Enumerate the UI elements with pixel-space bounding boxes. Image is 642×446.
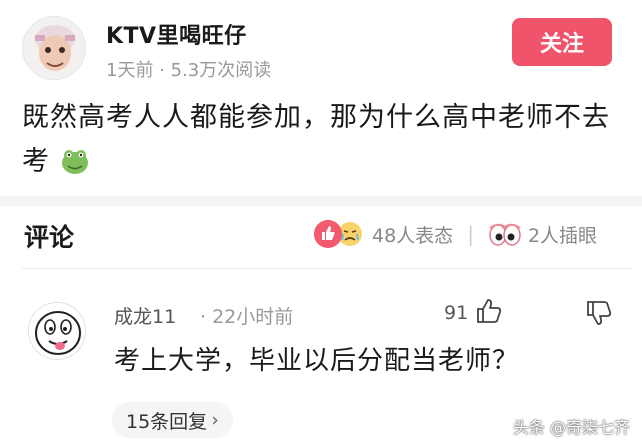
post-header: KTV里喝旺仔 1天前 · 5.3万次阅读 关注 (22, 14, 622, 84)
comment-text: 考上大学，毕业以后分配当老师？ (114, 346, 520, 376)
eyes-icon (488, 220, 522, 248)
chevron-right-icon: › (211, 409, 219, 431)
replies-label: 15条回复 (126, 410, 208, 433)
commenter-avatar[interactable] (28, 302, 86, 360)
avatar-face-icon (23, 17, 85, 79)
post-meta: 1天前 · 5.3万次阅读 (106, 60, 272, 81)
insert-eye-count: 2人插眼 (527, 224, 598, 247)
like-reaction-icon (314, 220, 342, 248)
comments-header: 评论 48人表态 | 2人插眼 (22, 212, 632, 258)
cartoon-face-icon (29, 303, 85, 359)
watermark: 头条 @奇柒七齐 (512, 418, 630, 437)
avatar[interactable] (22, 16, 86, 80)
reactions-count: 48人表态 (372, 224, 454, 247)
thumbs-up-icon[interactable] (474, 296, 504, 326)
like-count: 91 (444, 302, 469, 324)
reactions-summary[interactable]: 48人表态 | 2人插眼 (314, 216, 597, 252)
comment-time: · 22小时前 (200, 306, 294, 328)
post-text: 既然高考人人都能参加，那为什么高中老师不去考 (22, 96, 622, 184)
replies-button[interactable]: 15条回复 › (112, 402, 233, 438)
divider (22, 268, 632, 269)
section-divider (0, 196, 642, 206)
follow-button[interactable]: 关注 (512, 18, 612, 66)
frog-emoji-icon (61, 150, 88, 174)
thumbs-down-icon[interactable] (584, 298, 614, 328)
post-body: 既然高考人人都能参加，那为什么高中老师不去考 (22, 102, 610, 177)
separator: | (467, 222, 474, 246)
comments-title: 评论 (24, 223, 75, 252)
commenter-name[interactable]: 成龙11 (114, 302, 176, 329)
author-name[interactable]: KTV里喝旺仔 (106, 18, 247, 50)
